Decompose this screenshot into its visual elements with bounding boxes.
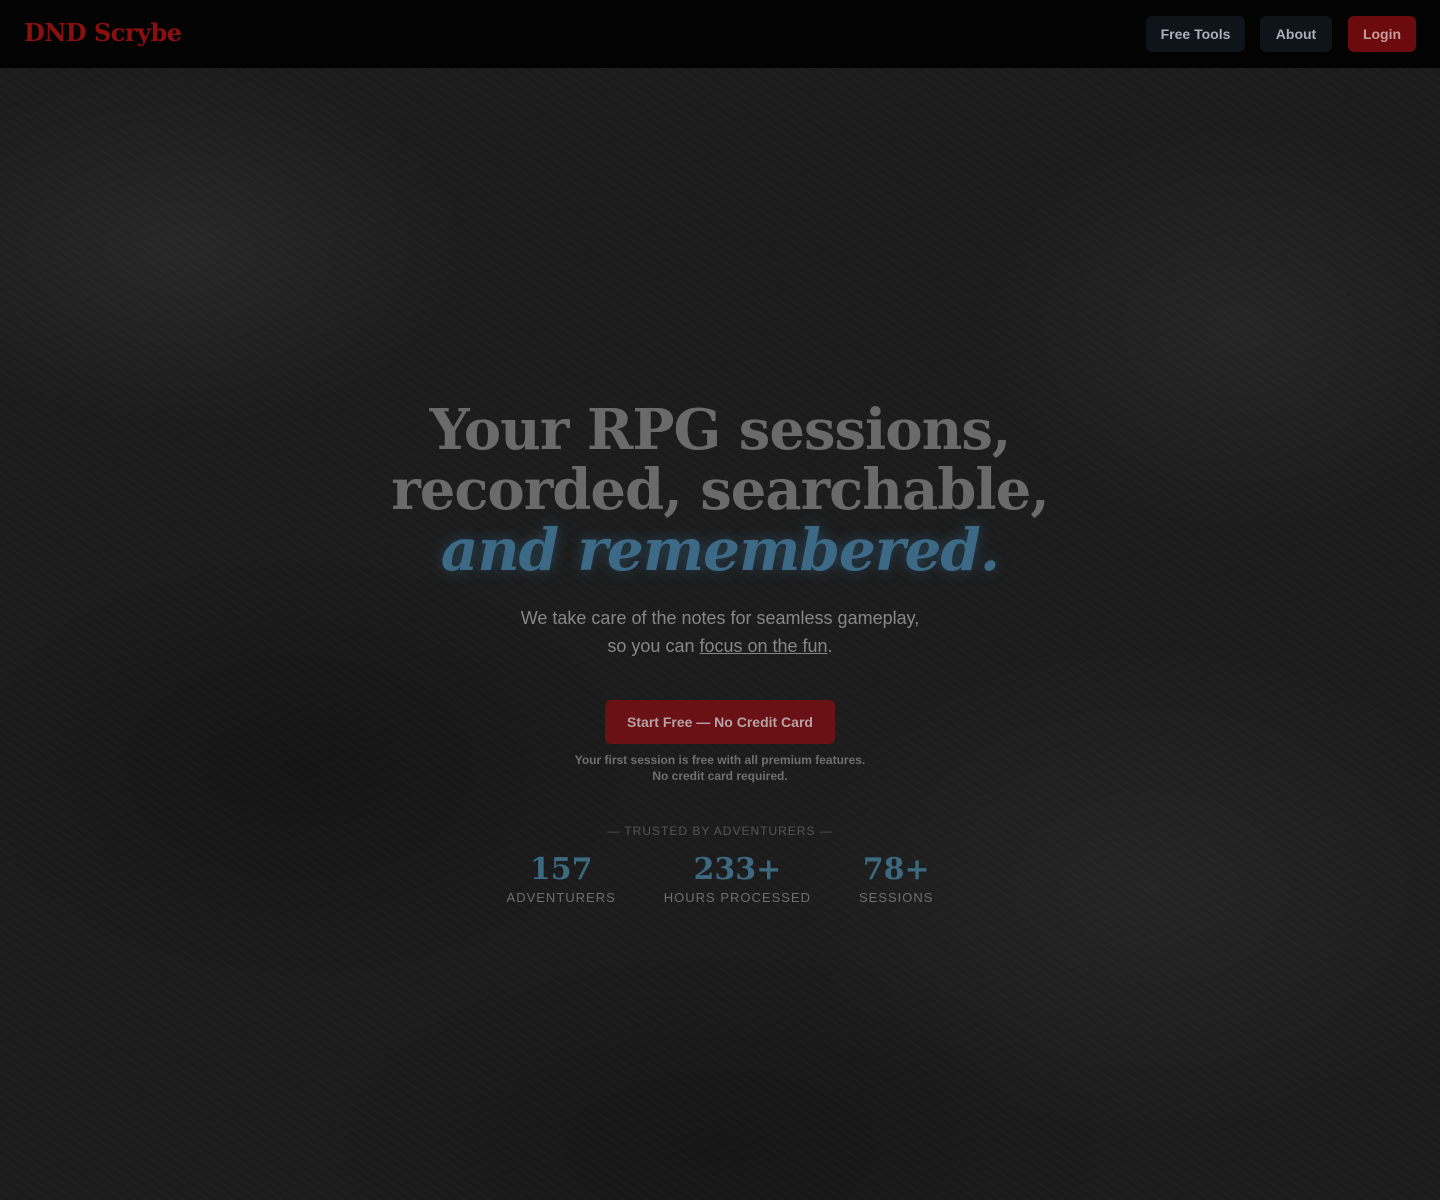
site-logo[interactable]: DND Scrybe	[24, 16, 182, 50]
subtitle-suffix: .	[827, 636, 833, 656]
stats-row: 157 ADVENTURERS 233+ HOURS PROCESSED 78+…	[0, 852, 1440, 905]
stat-adventurers: 157 ADVENTURERS	[507, 852, 616, 905]
stat-hours-processed: 233+ HOURS PROCESSED	[664, 852, 811, 905]
hero-subtitle-line-1: We take care of the notes for seamless g…	[520, 608, 920, 628]
top-navbar: DND Scrybe Free Tools About Login	[0, 0, 1440, 68]
stat-label: ADVENTURERS	[506, 890, 616, 905]
focus-on-the-fun-link[interactable]: focus on the fun	[699, 636, 827, 656]
free-session-note: Your first session is free with all prem…	[0, 752, 1440, 784]
hero-title-line-2: recorded, searchable,	[391, 457, 1050, 523]
free-tools-button[interactable]: Free Tools	[1146, 16, 1245, 52]
stat-value: 157	[529, 852, 593, 887]
hero-title: Your RPG sessions, recorded, searchable,…	[0, 400, 1440, 580]
hero-title-accent: and remembered.	[440, 516, 1000, 584]
stat-sessions: 78+ SESSIONS	[859, 852, 933, 905]
stat-label: HOURS PROCESSED	[663, 890, 811, 905]
start-free-button[interactable]: Start Free — No Credit Card	[605, 700, 835, 744]
stat-value: 78+	[862, 852, 930, 887]
stat-value: 233+	[693, 852, 782, 887]
login-button[interactable]: Login	[1348, 16, 1416, 52]
stat-label: SESSIONS	[858, 890, 934, 905]
hero-subtitle-line-2: so you can focus on the fun.	[0, 632, 1440, 660]
subtitle-prefix: so you can	[607, 636, 700, 656]
hero-title-line-1: Your RPG sessions,	[429, 397, 1012, 463]
hero-section: Your RPG sessions, recorded, searchable,…	[0, 400, 1440, 905]
note-line-1: Your first session is free with all prem…	[574, 753, 866, 767]
hero-subtitle: We take care of the notes for seamless g…	[0, 604, 1440, 660]
trusted-label: — TRUSTED BY ADVENTURERS —	[607, 824, 833, 838]
about-button[interactable]: About	[1260, 16, 1332, 52]
note-line-2: No credit card required.	[652, 769, 788, 783]
